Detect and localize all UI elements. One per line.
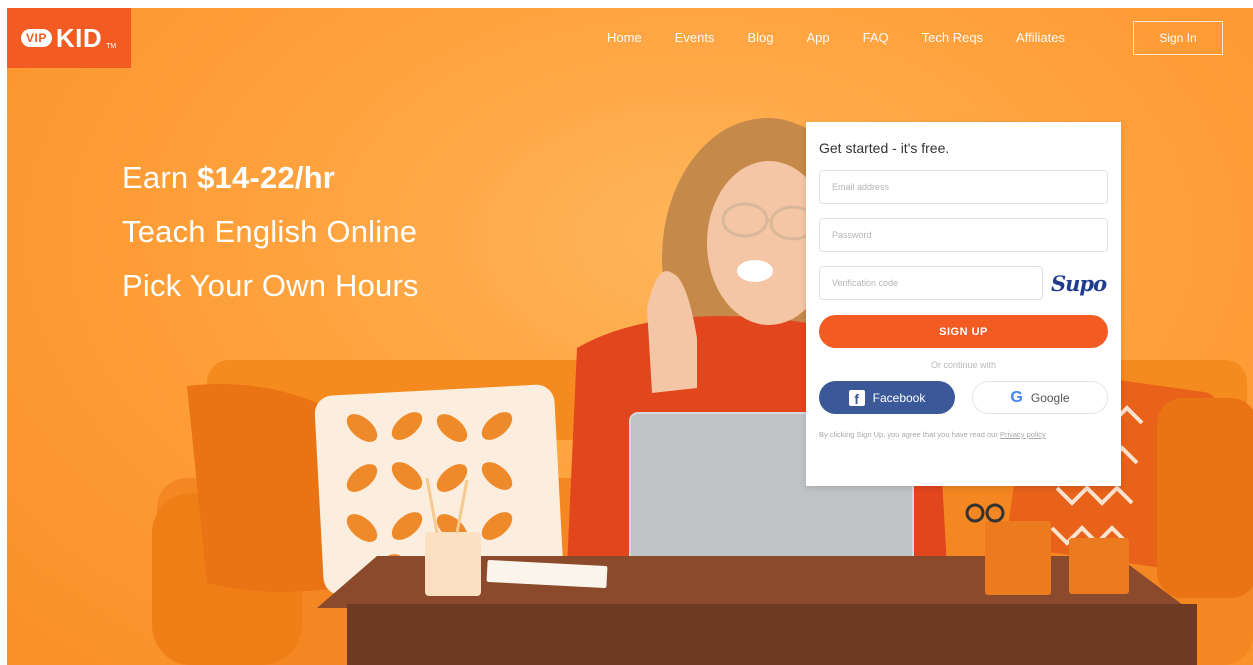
main-nav: Home Events Blog App FAQ Tech Reqs Affil… xyxy=(607,30,1098,45)
social-login-row: f Facebook G Google xyxy=(819,381,1108,414)
hero-section: VIP KID TM Home Events Blog App FAQ Tech… xyxy=(7,8,1253,665)
facebook-label: Facebook xyxy=(872,390,926,405)
nav-home-link[interactable]: Home xyxy=(607,30,642,45)
facebook-login-button[interactable]: f Facebook xyxy=(819,381,955,414)
sign-up-button[interactable]: SIGN UP xyxy=(819,315,1108,348)
google-login-button[interactable]: G Google xyxy=(972,381,1108,414)
google-label: Google xyxy=(1030,390,1070,405)
facebook-icon: f xyxy=(848,389,865,406)
logo-kid-text: KID xyxy=(55,22,103,53)
google-icon: G xyxy=(1010,388,1023,406)
earn-prefix: Earn xyxy=(122,160,198,195)
privacy-policy-link[interactable]: Privacy policy xyxy=(1000,430,1046,439)
verification-code-field[interactable]: Verification code xyxy=(819,266,1043,300)
nav-events-link[interactable]: Events xyxy=(675,30,715,45)
nav-affiliates-link[interactable]: Affiliates xyxy=(1016,30,1065,45)
captcha-image[interactable]: Supo xyxy=(1051,271,1107,296)
sign-in-button[interactable]: Sign In xyxy=(1133,21,1223,55)
terms-body: By clicking Sign Up, you agree that you … xyxy=(819,430,1000,439)
terms-text: By clicking Sign Up, you agree that you … xyxy=(819,428,1108,442)
password-field[interactable]: Password xyxy=(819,218,1108,252)
nav-tech-reqs-link[interactable]: Tech Reqs xyxy=(922,30,983,45)
nav-blog-link[interactable]: Blog xyxy=(747,30,773,45)
email-field[interactable]: Email address xyxy=(819,170,1108,204)
hero-headline: Earn $14-22/hr Teach English Online Pick… xyxy=(122,151,419,313)
form-title: Get started - it's free. xyxy=(819,140,950,156)
nav-faq-link[interactable]: FAQ xyxy=(863,30,889,45)
continue-with-text: Or continue with xyxy=(930,360,997,370)
headline-line-hours: Pick Your Own Hours xyxy=(122,268,419,303)
vipkid-logo[interactable]: VIP KID TM xyxy=(7,8,131,68)
headline-line-teach: Teach English Online xyxy=(122,214,418,249)
headline-line-earn: Earn $14-22/hr xyxy=(122,151,419,205)
nav-app-link[interactable]: App xyxy=(806,30,829,45)
logo-vip-text: VIP xyxy=(21,29,52,47)
logo-tm-text: TM xyxy=(106,43,117,50)
verification-row: Verification code Supo xyxy=(819,266,1108,300)
signup-form-card: Get started - it's free. Email address P… xyxy=(806,122,1121,486)
earn-amount: $14-22/hr xyxy=(197,160,336,195)
